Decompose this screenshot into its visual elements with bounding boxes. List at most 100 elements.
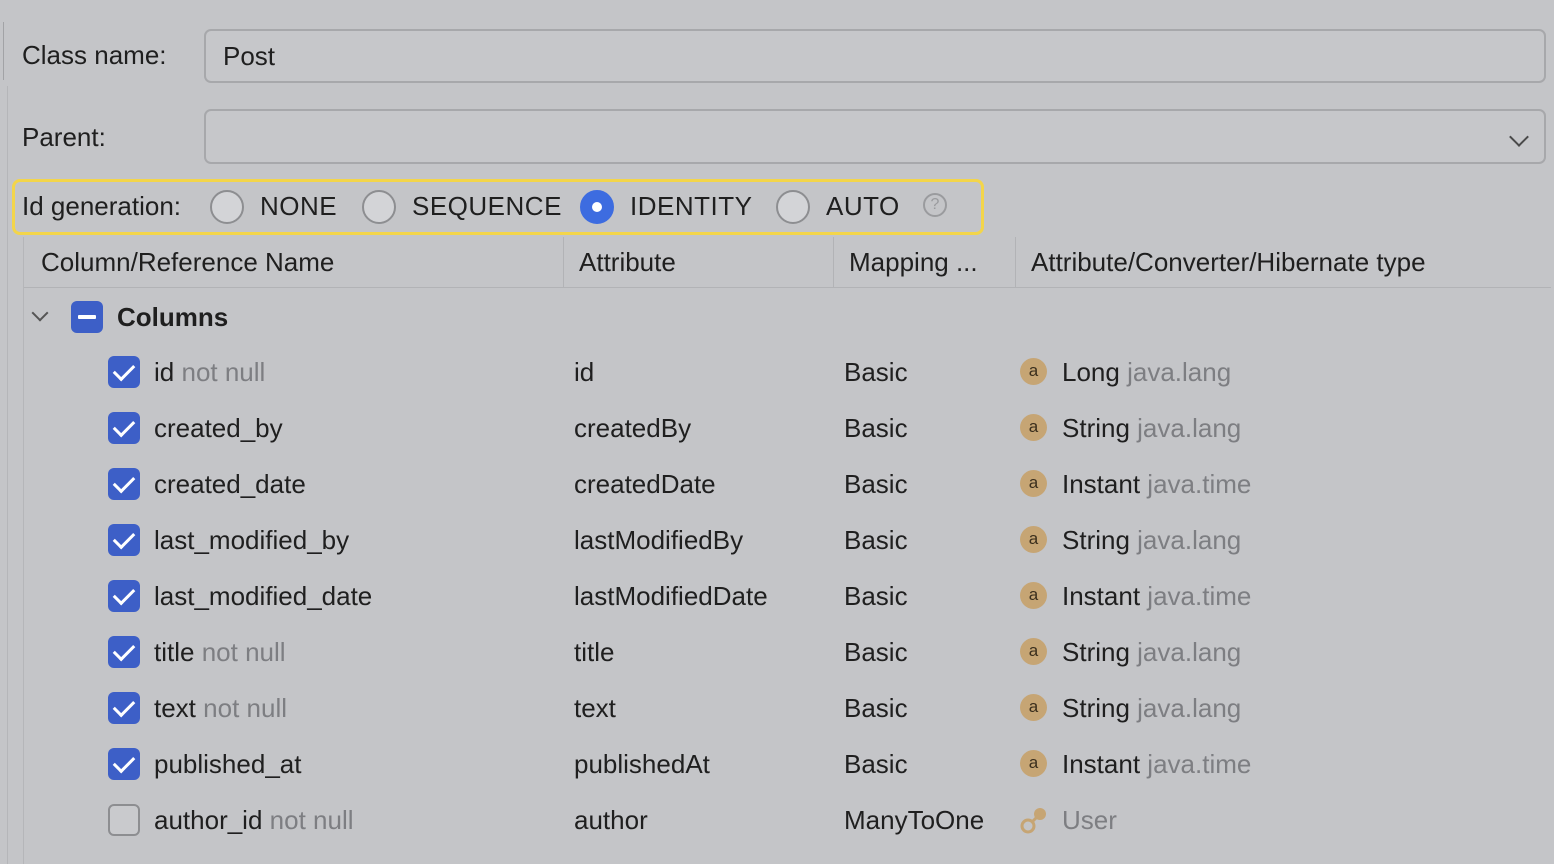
class-name-label: Class name: (22, 40, 167, 70)
type-cell[interactable]: Instant java.time (1062, 581, 1251, 611)
class-name-input[interactable]: Post (204, 29, 1546, 83)
attribute-cell[interactable]: createdDate (574, 469, 716, 499)
mapping-cell[interactable]: Basic (844, 525, 908, 555)
column-divider[interactable] (1015, 237, 1016, 287)
radio-auto[interactable] (776, 190, 810, 224)
columns-group-checkbox[interactable] (71, 301, 103, 333)
help-icon[interactable]: ? (923, 193, 947, 217)
type-cell[interactable]: String java.lang (1062, 637, 1241, 667)
row-checkbox[interactable] (108, 580, 140, 612)
type-name: Instant (1062, 749, 1141, 779)
type-name: Instant (1062, 581, 1141, 611)
table-row[interactable]: text not null text Basic a String java.lang (24, 680, 1551, 736)
attribute-cell[interactable]: author (574, 805, 648, 835)
type-name: String (1062, 525, 1130, 555)
attribute-icon: a (1020, 470, 1047, 497)
table-row[interactable]: last_modified_by lastModifiedBy Basic a Stri… (24, 512, 1551, 568)
type-package: java.time (1147, 749, 1252, 779)
attribute-cell[interactable]: createdBy (574, 413, 691, 443)
header-type[interactable]: Attribute/Converter/Hibernate type (1031, 247, 1426, 277)
table-row[interactable]: id not null id Basic a Long java.lang (24, 344, 1551, 400)
column-divider[interactable] (563, 237, 564, 287)
column-name-cell: last_modified_date (154, 581, 372, 611)
table-row[interactable]: created_by createdBy Basic a String java.lan… (24, 400, 1551, 456)
columns-group-label: Columns (117, 302, 229, 332)
type-name: String (1062, 693, 1130, 723)
mapping-cell[interactable]: Basic (844, 357, 908, 387)
mapping-cell[interactable]: Basic (844, 693, 908, 723)
radio-identity-label[interactable]: IDENTITY (630, 191, 752, 221)
column-name: last_modified_date (154, 581, 373, 611)
radio-sequence-label[interactable]: SEQUENCE (412, 191, 562, 221)
column-name-cell: title not null (154, 637, 286, 667)
table-row[interactable]: created_date createdDate Basic a Instant jav… (24, 456, 1551, 512)
type-cell[interactable]: User (1062, 805, 1117, 835)
column-name: id (154, 357, 175, 387)
attribute-icon: a (1020, 358, 1047, 385)
left-divider (7, 86, 8, 864)
column-name: author_id (154, 805, 263, 835)
parent-select[interactable] (204, 109, 1546, 164)
table-row[interactable]: title not null title Basic a String java.lan… (24, 624, 1551, 680)
column-name: created_date (154, 469, 306, 499)
table-row[interactable]: last_modified_date lastModifiedDate Basic a… (24, 568, 1551, 624)
type-cell[interactable]: String java.lang (1062, 525, 1241, 555)
column-divider[interactable] (833, 237, 834, 287)
column-name: created_by (154, 413, 283, 443)
column-name-cell: created_by (154, 413, 283, 443)
row-checkbox[interactable] (108, 468, 140, 500)
row-checkbox[interactable] (108, 524, 140, 556)
attribute-cell[interactable]: title (574, 637, 614, 667)
mapping-cell[interactable]: Basic (844, 637, 908, 667)
radio-identity[interactable] (580, 190, 614, 224)
mapping-cell[interactable]: Basic (844, 469, 908, 499)
type-cell[interactable]: String java.lang (1062, 413, 1241, 443)
column-name-cell: published_at (154, 749, 301, 779)
radio-none-label[interactable]: NONE (260, 191, 337, 221)
type-name: Long (1062, 357, 1120, 387)
attribute-cell[interactable]: lastModifiedDate (574, 581, 768, 611)
radio-auto-label[interactable]: AUTO (826, 191, 900, 221)
attribute-icon: a (1020, 638, 1047, 665)
row-checkbox[interactable] (108, 692, 140, 724)
type-package: java.time (1147, 469, 1252, 499)
type-name: Instant (1062, 469, 1141, 499)
attribute-icon: a (1020, 414, 1047, 441)
header-attribute[interactable]: Attribute (579, 247, 676, 277)
row-checkbox[interactable] (108, 356, 140, 388)
column-name: text (154, 693, 196, 723)
table-row[interactable]: published_at publishedAt Basic a Instant jav… (24, 736, 1551, 792)
attribute-cell[interactable]: text (574, 693, 616, 723)
mapping-cell[interactable]: Basic (844, 581, 908, 611)
header-column-name[interactable]: Column/Reference Name (41, 247, 334, 277)
mapping-cell[interactable]: Basic (844, 749, 908, 779)
mapping-cell[interactable]: ManyToOne (844, 805, 984, 835)
header-mapping[interactable]: Mapping ... (849, 247, 978, 277)
mapping-cell[interactable]: Basic (844, 413, 908, 443)
row-checkbox[interactable] (108, 804, 140, 836)
radio-sequence[interactable] (362, 190, 396, 224)
row-checkbox[interactable] (108, 636, 140, 668)
type-cell[interactable]: String java.lang (1062, 693, 1241, 723)
type-package: java.lang (1137, 637, 1242, 667)
type-cell[interactable]: Instant java.time (1062, 749, 1251, 779)
attribute-icon: a (1020, 582, 1047, 609)
row-checkbox[interactable] (108, 748, 140, 780)
column-name-cell: text not null (154, 693, 287, 723)
attribute-cell[interactable]: lastModifiedBy (574, 525, 743, 555)
type-package: java.lang (1137, 693, 1242, 723)
row-checkbox[interactable] (108, 412, 140, 444)
type-cell[interactable]: Instant java.time (1062, 469, 1251, 499)
column-name-cell: author_id not null (154, 805, 354, 835)
table-row[interactable]: author_id not null author ManyToOne User (24, 792, 1551, 848)
attribute-cell[interactable]: id (574, 357, 594, 387)
type-cell[interactable]: Long java.lang (1062, 357, 1231, 387)
type-name: String (1062, 413, 1130, 443)
attribute-icon: a (1020, 526, 1047, 553)
radio-none[interactable] (210, 190, 244, 224)
class-name-value: Post (223, 41, 276, 71)
attribute-cell[interactable]: publishedAt (574, 749, 710, 779)
column-name-cell: id not null (154, 357, 265, 387)
type-package: java.lang (1127, 357, 1232, 387)
chevron-down-icon[interactable] (31, 304, 49, 322)
